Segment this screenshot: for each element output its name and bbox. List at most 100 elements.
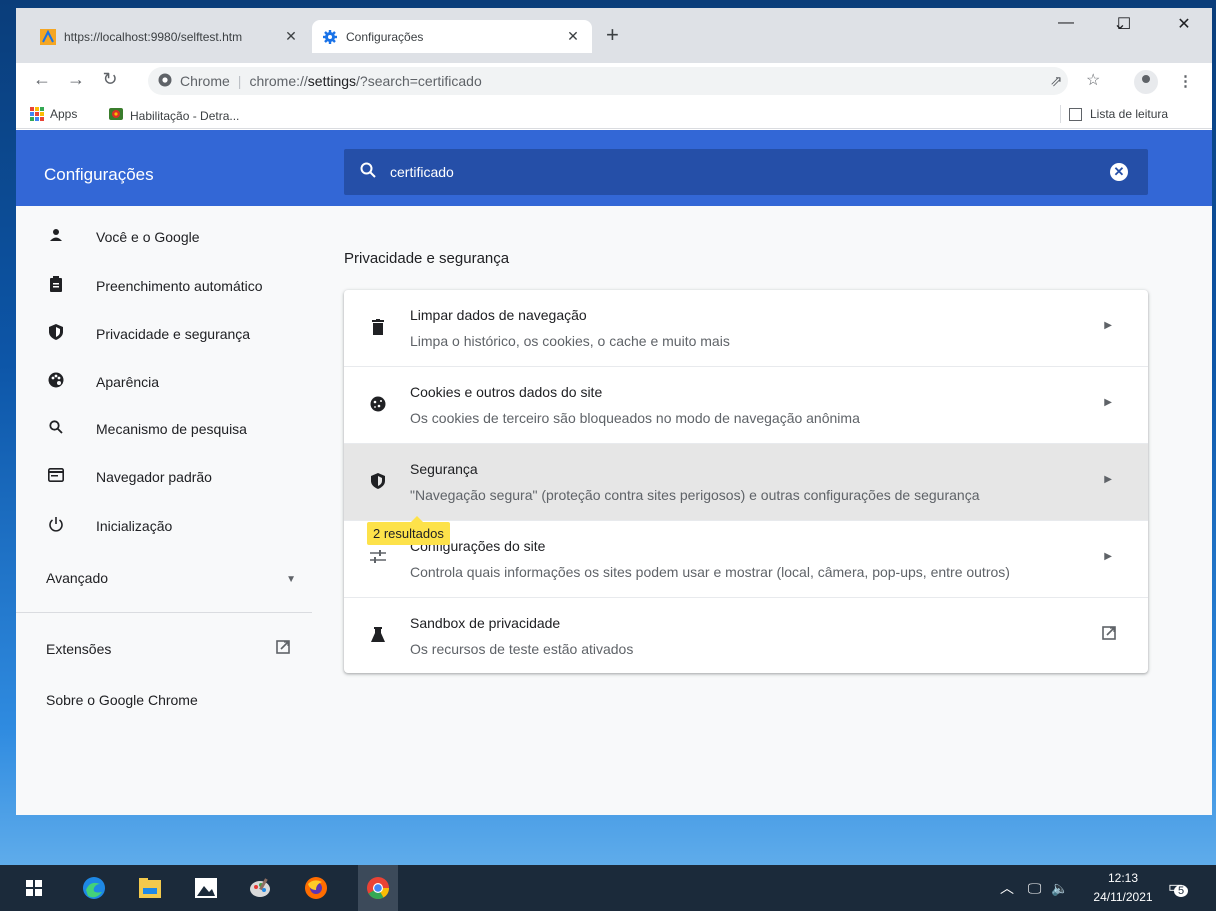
detran-logo-icon — [108, 107, 124, 124]
settings-page: Configurações certificado ✕ Você e o Goo… — [16, 130, 1212, 815]
tab-close-icon[interactable]: ✕ — [564, 28, 582, 45]
privacy-settings-card: Limpar dados de navegação Limpa o histór… — [344, 290, 1148, 673]
close-window-button[interactable]: ✕ — [1164, 14, 1204, 34]
back-arrow-icon[interactable]: ← — [30, 69, 54, 90]
reading-list-label: Lista de leitura — [1090, 107, 1169, 121]
address-bar[interactable]: Chrome | chrome:// settings /?search=cer… — [148, 67, 1068, 95]
row-subtitle: "Navegação segura" (proteção contra site… — [410, 487, 980, 503]
edge-icon[interactable] — [80, 874, 108, 902]
chevron-right-icon: ▶ — [1104, 474, 1112, 485]
notification-center-icon[interactable]: 5 ▭ — [1168, 877, 1189, 897]
chrome-logo-icon — [158, 73, 172, 90]
sidebar-item-extensoes[interactable]: Extensões — [46, 640, 290, 657]
url-path: /?search=certificado — [356, 73, 482, 89]
sidebar-item-label: Navegador padrão — [96, 468, 212, 485]
chevron-right-icon: ▶ — [1104, 397, 1112, 408]
sidebar-advanced-toggle[interactable]: Avançado ▼ — [46, 570, 296, 586]
menu-kebab-icon[interactable]: ⋮ — [1178, 72, 1193, 90]
sidebar-item-aparencia[interactable]: Aparência — [46, 372, 159, 391]
chrome-taskbar-icon[interactable] — [358, 865, 398, 911]
clear-search-icon[interactable]: ✕ — [1110, 163, 1128, 181]
row-title: Segurança — [410, 461, 478, 477]
section-title: Privacidade e segurança — [344, 250, 510, 267]
row-subtitle: Controla quais informações os sites pode… — [410, 564, 1010, 580]
bookmark-habilitacao[interactable]: Habilitação - Detra... — [108, 107, 239, 124]
windows-taskbar: ︿ 🖵 🔈 12:13 24/11/2021 5 ▭ — [0, 865, 1216, 911]
sidebar-item-navegador-padrao[interactable]: Navegador padrão — [46, 468, 212, 485]
bookmark-star-icon[interactable]: ☆ — [1086, 70, 1100, 90]
sidebar-item-label: Preenchimento automático — [96, 277, 263, 294]
browser-window: https://localhost:9980/selftest.htm ✕ Co… — [16, 8, 1212, 815]
settings-search-input[interactable]: certificado ✕ — [344, 149, 1148, 195]
sidebar-item-label: Aparência — [96, 373, 160, 390]
settings-header: Configurações certificado ✕ — [16, 130, 1212, 206]
sidebar-item-inicializacao[interactable]: Inicialização — [46, 516, 172, 535]
person-icon — [46, 228, 66, 245]
volume-icon[interactable]: 🔈 — [1051, 880, 1068, 896]
reload-icon[interactable]: ↻ — [98, 69, 122, 90]
photos-icon[interactable] — [192, 874, 220, 902]
shield-icon — [368, 473, 388, 494]
firefox-icon[interactable] — [302, 874, 330, 902]
shield-icon — [46, 324, 66, 343]
sidebar-item-preenchimento[interactable]: Preenchimento automático — [46, 276, 263, 295]
tab-settings[interactable]: Configurações ✕ — [312, 20, 592, 53]
maximize-button[interactable]: ☐ — [1104, 14, 1144, 34]
tray-chevron-up-icon[interactable]: ︿ — [1000, 880, 1014, 896]
search-icon — [360, 162, 376, 183]
cookie-icon — [368, 396, 388, 417]
row-title: Sandbox de privacidade — [410, 615, 561, 631]
sidebar-item-sobre[interactable]: Sobre o Google Chrome — [46, 692, 198, 708]
sidebar-item-voce-google[interactable]: Você e o Google — [46, 228, 200, 245]
site-label: Chrome — [180, 73, 230, 89]
tab-title: https://localhost:9980/selftest.htm — [64, 29, 243, 44]
sidebar-item-label: Inicialização — [96, 517, 173, 534]
search-value: certificado — [390, 164, 454, 180]
sidebar-item-mecanismo[interactable]: Mecanismo de pesquisa — [46, 420, 247, 437]
minimize-button[interactable]: — — [1046, 14, 1086, 32]
row-limpar-dados[interactable]: Limpar dados de navegação Limpa o histór… — [344, 290, 1148, 367]
tab-title: Configurações — [346, 29, 424, 44]
sidebar-item-privacidade[interactable]: Privacidade e segurança — [46, 324, 250, 343]
reading-list-button[interactable]: Lista de leitura — [1060, 105, 1168, 123]
row-cookies[interactable]: Cookies e outros dados do site Os cookie… — [344, 367, 1148, 444]
tab-selftest[interactable]: https://localhost:9980/selftest.htm ✕ — [30, 20, 310, 53]
tune-icon — [368, 550, 388, 569]
taskbar-clock[interactable]: 12:13 24/11/2021 — [1088, 869, 1158, 907]
omnibox-separator: | — [237, 73, 242, 89]
url-host: settings — [307, 73, 357, 89]
forward-arrow-icon[interactable]: → — [64, 69, 88, 90]
tab-strip: https://localhost:9980/selftest.htm ✕ Co… — [16, 8, 1212, 63]
sidebar-divider — [16, 612, 312, 613]
network-icon[interactable]: 🖵 — [1028, 880, 1042, 896]
row-sandbox[interactable]: Sandbox de privacidade Os recursos de te… — [344, 598, 1148, 673]
row-seguranca[interactable]: Segurança "Navegação segura" (proteção c… — [344, 444, 1148, 521]
new-tab-button[interactable]: + — [606, 24, 619, 46]
clock-time: 12:13 — [1107, 871, 1139, 885]
page-title: Configurações — [44, 165, 154, 184]
bookmark-label: Habilitação - Detra... — [130, 108, 240, 123]
row-title: Cookies e outros dados do site — [410, 384, 603, 400]
row-subtitle: Os recursos de teste estão ativados — [410, 641, 634, 657]
caret-down-icon: ▼ — [286, 574, 296, 585]
file-explorer-icon[interactable] — [136, 874, 164, 902]
open-in-new-icon — [276, 640, 290, 657]
row-config-site[interactable]: Configurações do site Controla quais inf… — [344, 521, 1148, 598]
bookmark-apps[interactable]: Apps — [30, 107, 77, 121]
windows-start-icon[interactable] — [20, 874, 48, 902]
reading-list-icon — [1069, 107, 1082, 121]
chevron-right-icon: ▶ — [1104, 320, 1112, 331]
tab-close-icon[interactable]: ✕ — [282, 28, 300, 45]
extensions-label: Extensões — [46, 640, 112, 657]
browser-icon — [46, 468, 66, 485]
sidebar-item-label: Você e o Google — [96, 228, 200, 245]
row-title: Limpar dados de navegação — [410, 307, 587, 323]
paint-icon[interactable] — [246, 874, 274, 902]
open-in-new-icon — [1102, 626, 1116, 645]
sidebar-item-label: Privacidade e segurança — [96, 325, 251, 342]
sidebar-item-label: Mecanismo de pesquisa — [96, 420, 247, 437]
url-scheme: chrome:// — [249, 73, 308, 89]
share-icon[interactable]: ⇗ — [1050, 72, 1063, 90]
profile-avatar-icon[interactable] — [1134, 70, 1158, 94]
system-tray[interactable]: ︿ 🖵 🔈 — [1000, 878, 1069, 898]
